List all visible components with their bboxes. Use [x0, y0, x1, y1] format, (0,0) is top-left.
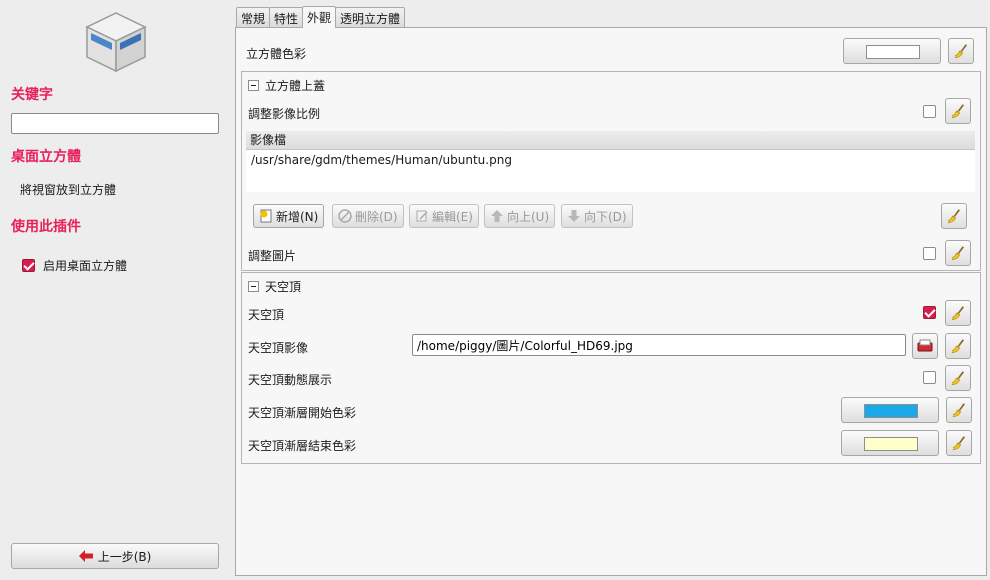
cube-color-swatch	[866, 45, 920, 59]
scale-image-checkbox[interactable]	[923, 105, 936, 118]
broom-icon	[953, 43, 969, 59]
reset-skydome-image-button[interactable]	[945, 333, 971, 359]
gradient-end-label: 天空頂漸層結束色彩	[248, 439, 357, 453]
broom-icon	[950, 245, 966, 261]
plugin-description: 將視窗放到立方體	[20, 183, 117, 197]
add-file-icon	[259, 209, 273, 223]
delete-button[interactable]: 刪除(D)	[332, 204, 404, 228]
open-file-button[interactable]	[912, 333, 938, 359]
reset-cube-color-button[interactable]	[948, 38, 974, 64]
reset-gradient-start-button[interactable]	[946, 397, 972, 423]
cube-color-button[interactable]	[843, 38, 941, 64]
gradient-start-label: 天空頂漸層開始色彩	[248, 406, 357, 420]
cube-cap-title: 立方體上蓋	[265, 79, 326, 93]
reset-scale-image-button[interactable]	[945, 98, 971, 124]
enable-plugin-row[interactable]: 启用桌面立方體	[22, 257, 127, 274]
gradient-start-swatch	[864, 404, 918, 418]
keyword-title: 关键字	[11, 87, 53, 103]
move-down-button[interactable]: 向下(D)	[561, 204, 633, 228]
move-up-button[interactable]: 向上(U)	[484, 204, 556, 228]
skydome-header[interactable]: 天空頂	[248, 278, 301, 295]
broom-icon	[950, 103, 966, 119]
gradient-start-color-button[interactable]	[841, 397, 939, 423]
tab-general[interactable]: 常規	[236, 7, 271, 28]
cube-color-label: 立方體色彩	[246, 47, 307, 61]
delete-icon	[338, 209, 352, 223]
collapse-icon[interactable]	[248, 281, 259, 292]
skydome-label: 天空頂	[248, 308, 285, 322]
reset-gradient-end-button[interactable]	[946, 430, 972, 456]
reset-adjust-image-button[interactable]	[945, 240, 971, 266]
move-down-label: 向下(D)	[584, 209, 627, 224]
adjust-image-checkbox[interactable]	[923, 247, 936, 260]
use-plugin-title: 使用此插件	[11, 219, 81, 235]
tab-bar: 常規 特性 外觀 透明立方體	[236, 6, 406, 28]
skydome-image-input[interactable]	[412, 334, 906, 356]
search-input[interactable]	[11, 113, 219, 134]
skydome-animate-label: 天空頂動態展示	[248, 373, 333, 387]
add-button[interactable]: 新增(N)	[253, 204, 325, 228]
left-arrow-icon	[78, 550, 93, 562]
tab-transparent-cube[interactable]: 透明立方體	[335, 7, 406, 28]
gradient-end-swatch	[864, 437, 918, 451]
skydome-checkbox[interactable]	[923, 306, 936, 319]
broom-icon	[950, 305, 966, 321]
move-up-label: 向上(U)	[507, 209, 550, 224]
delete-button-label: 刪除(D)	[355, 209, 398, 224]
add-button-label: 新增(N)	[276, 209, 319, 224]
image-files-list[interactable]: /usr/share/gdm/themes/Human/ubuntu.png	[246, 150, 975, 192]
enable-plugin-checkbox[interactable]	[22, 259, 35, 272]
plugin-title: 桌面立方體	[11, 149, 81, 165]
cube-cap-header[interactable]: 立方體上蓋	[248, 77, 325, 94]
sidebar: 关键字 桌面立方體 將視窗放到立方體 使用此插件 启用桌面立方體 上一步(B)	[0, 0, 230, 580]
broom-icon	[951, 402, 967, 418]
reset-skydome-animate-button[interactable]	[945, 365, 971, 391]
up-arrow-icon	[490, 209, 504, 223]
back-button-label: 上一步(B)	[97, 549, 152, 564]
tab-behaviour[interactable]: 特性	[269, 7, 304, 28]
edit-button[interactable]: 編輯(E)	[409, 204, 479, 228]
list-item[interactable]: /usr/share/gdm/themes/Human/ubuntu.png	[246, 150, 975, 170]
edit-icon	[415, 209, 429, 223]
broom-icon	[950, 370, 966, 386]
tab-appearance[interactable]: 外觀	[302, 6, 337, 28]
scale-image-label: 調整影像比例	[248, 107, 321, 121]
cube-icon	[85, 12, 147, 73]
reset-image-files-button[interactable]	[941, 203, 967, 229]
gradient-end-color-button[interactable]	[841, 430, 939, 456]
reset-skydome-button[interactable]	[945, 300, 971, 326]
adjust-image-label: 調整圖片	[248, 249, 297, 263]
down-arrow-icon	[567, 209, 581, 223]
collapse-icon[interactable]	[248, 80, 259, 91]
broom-icon	[950, 338, 966, 354]
back-button[interactable]: 上一步(B)	[11, 543, 219, 569]
edit-button-label: 編輯(E)	[432, 209, 473, 224]
image-files-header: 影像檔	[246, 131, 975, 150]
skydome-image-label: 天空頂影像	[248, 341, 309, 355]
skydome-title: 天空頂	[265, 280, 302, 294]
open-file-icon	[917, 339, 933, 352]
broom-icon	[951, 435, 967, 451]
enable-plugin-label: 启用桌面立方體	[43, 259, 128, 273]
broom-icon	[946, 208, 962, 224]
skydome-animate-checkbox[interactable]	[923, 371, 936, 384]
